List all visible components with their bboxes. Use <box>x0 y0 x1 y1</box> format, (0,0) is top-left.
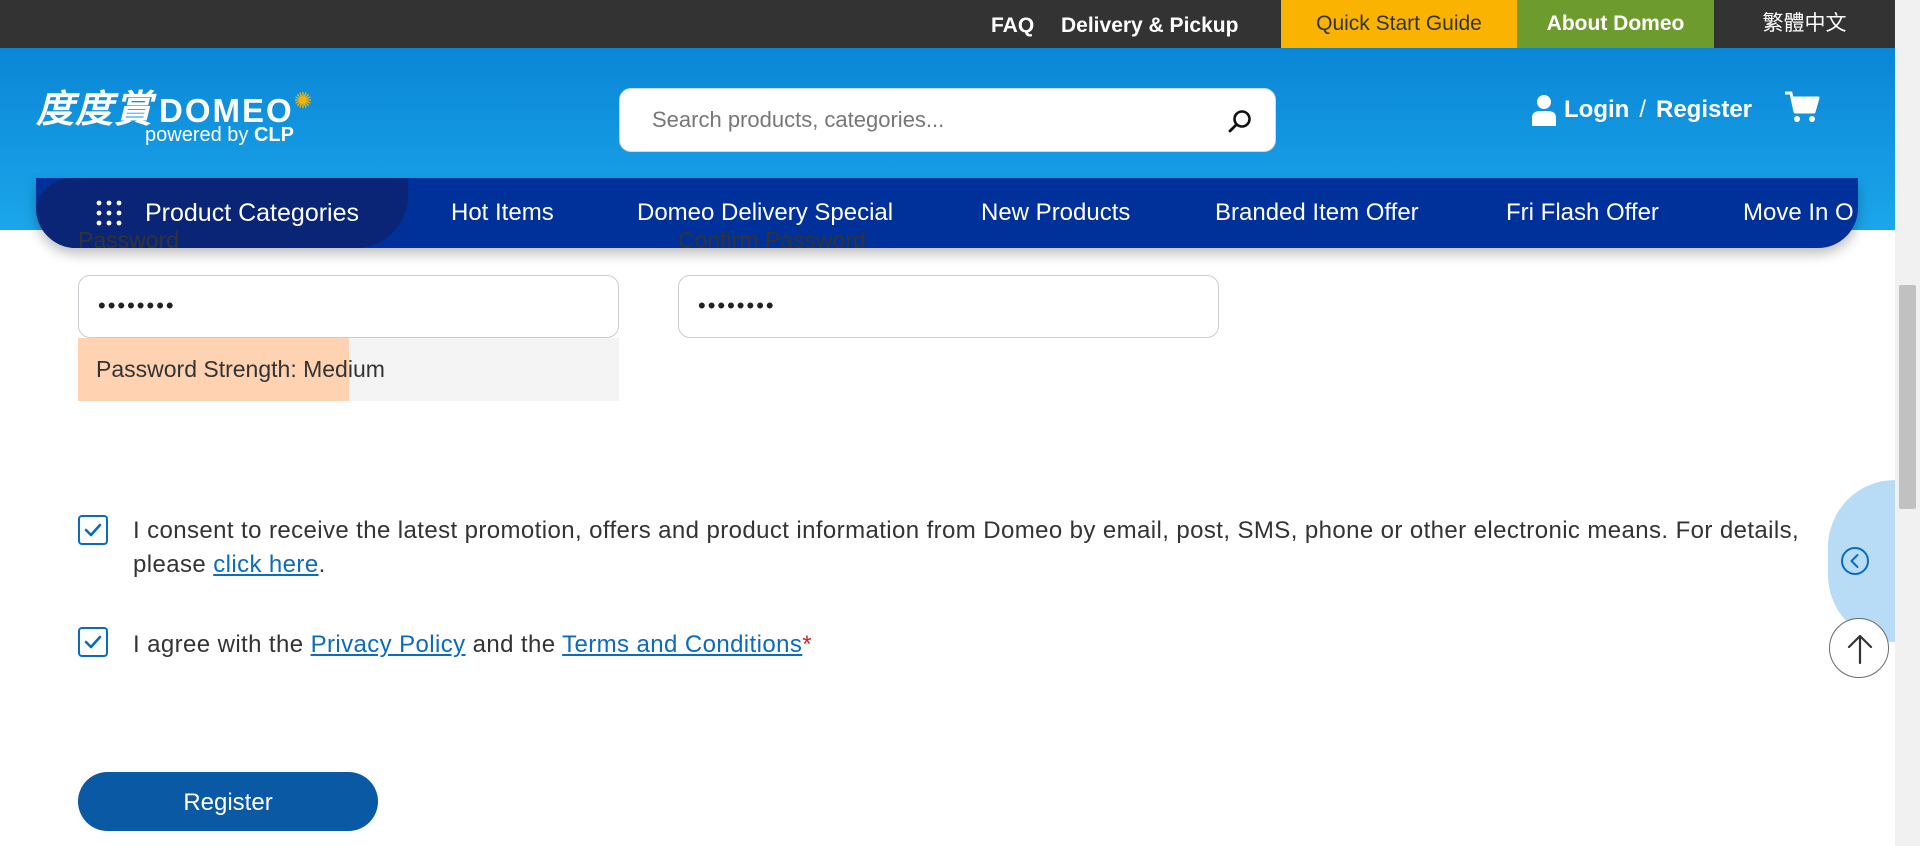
user-icon <box>1532 95 1556 126</box>
nav-move-in-offer[interactable]: Move In O <box>1743 178 1854 248</box>
password-strength-text: Password Strength: Medium <box>96 356 385 382</box>
password-label: Password <box>78 227 179 253</box>
domeo-logo[interactable]: 度度賞 DOMEO✺ powered by CLP <box>36 78 313 146</box>
search-icon[interactable] <box>1227 108 1253 134</box>
top-utility-bar: FAQ Delivery & Pickup Quick Start Guide … <box>0 0 1895 48</box>
password-strength-meter: Password Strength: Medium <box>78 338 619 401</box>
nav-fri-flash-offer[interactable]: Fri Flash Offer <box>1506 178 1659 248</box>
page-scrollbar[interactable] <box>1895 0 1920 846</box>
sun-icon: ✺ <box>293 88 313 113</box>
arrow-up-icon <box>1847 634 1873 665</box>
register-button[interactable]: Register <box>78 772 378 831</box>
agree-terms-text: I agree with the Privacy Policy and the … <box>133 631 812 658</box>
nav-hot-items[interactable]: Hot Items <box>451 178 554 248</box>
confirm-password-label: Confirm Password <box>678 227 866 253</box>
search-box <box>619 88 1276 152</box>
logo-chinese: 度度賞 <box>36 86 154 131</box>
consent-text: I consent to receive the latest promotio… <box>133 517 1800 578</box>
checkmark-icon <box>84 523 102 537</box>
agree-terms-checkbox[interactable] <box>78 627 108 657</box>
register-link[interactable]: Register <box>1656 96 1752 124</box>
powered-by-clp: powered by CLP <box>145 124 294 146</box>
confirm-password-input[interactable]: •••••••• <box>678 275 1219 338</box>
language-switch[interactable]: 繁體中文 <box>1714 0 1895 48</box>
delivery-pickup-link[interactable]: Delivery & Pickup <box>1061 0 1238 48</box>
search-input[interactable] <box>650 89 1210 151</box>
consent-checkbox[interactable] <box>78 515 108 545</box>
checkmark-icon <box>84 635 102 649</box>
scrollbar-thumb[interactable] <box>1899 285 1916 509</box>
click-here-link[interactable]: click here <box>213 551 318 578</box>
password-input[interactable]: •••••••• <box>78 275 619 338</box>
faq-link[interactable]: FAQ <box>991 0 1034 48</box>
login-link[interactable]: Login <box>1564 96 1629 124</box>
chevron-left-circle-icon <box>1841 547 1869 575</box>
nav-branded-item-offer[interactable]: Branded Item Offer <box>1215 178 1419 248</box>
terms-conditions-link[interactable]: Terms and Conditions <box>562 631 802 658</box>
grid-icon <box>96 200 122 226</box>
login-register[interactable]: Login / Register <box>1532 92 1752 128</box>
nav-new-products[interactable]: New Products <box>981 178 1130 248</box>
cart-icon[interactable] <box>1784 90 1820 124</box>
privacy-policy-link[interactable]: Privacy Policy <box>311 631 466 658</box>
back-to-top-button[interactable] <box>1829 618 1889 678</box>
quick-start-guide-link[interactable]: Quick Start Guide <box>1281 0 1517 48</box>
about-domeo-link[interactable]: About Domeo <box>1517 0 1714 48</box>
required-asterisk: * <box>802 631 812 658</box>
main-nav: Product Categories Hot Items Domeo Deliv… <box>36 178 1858 248</box>
